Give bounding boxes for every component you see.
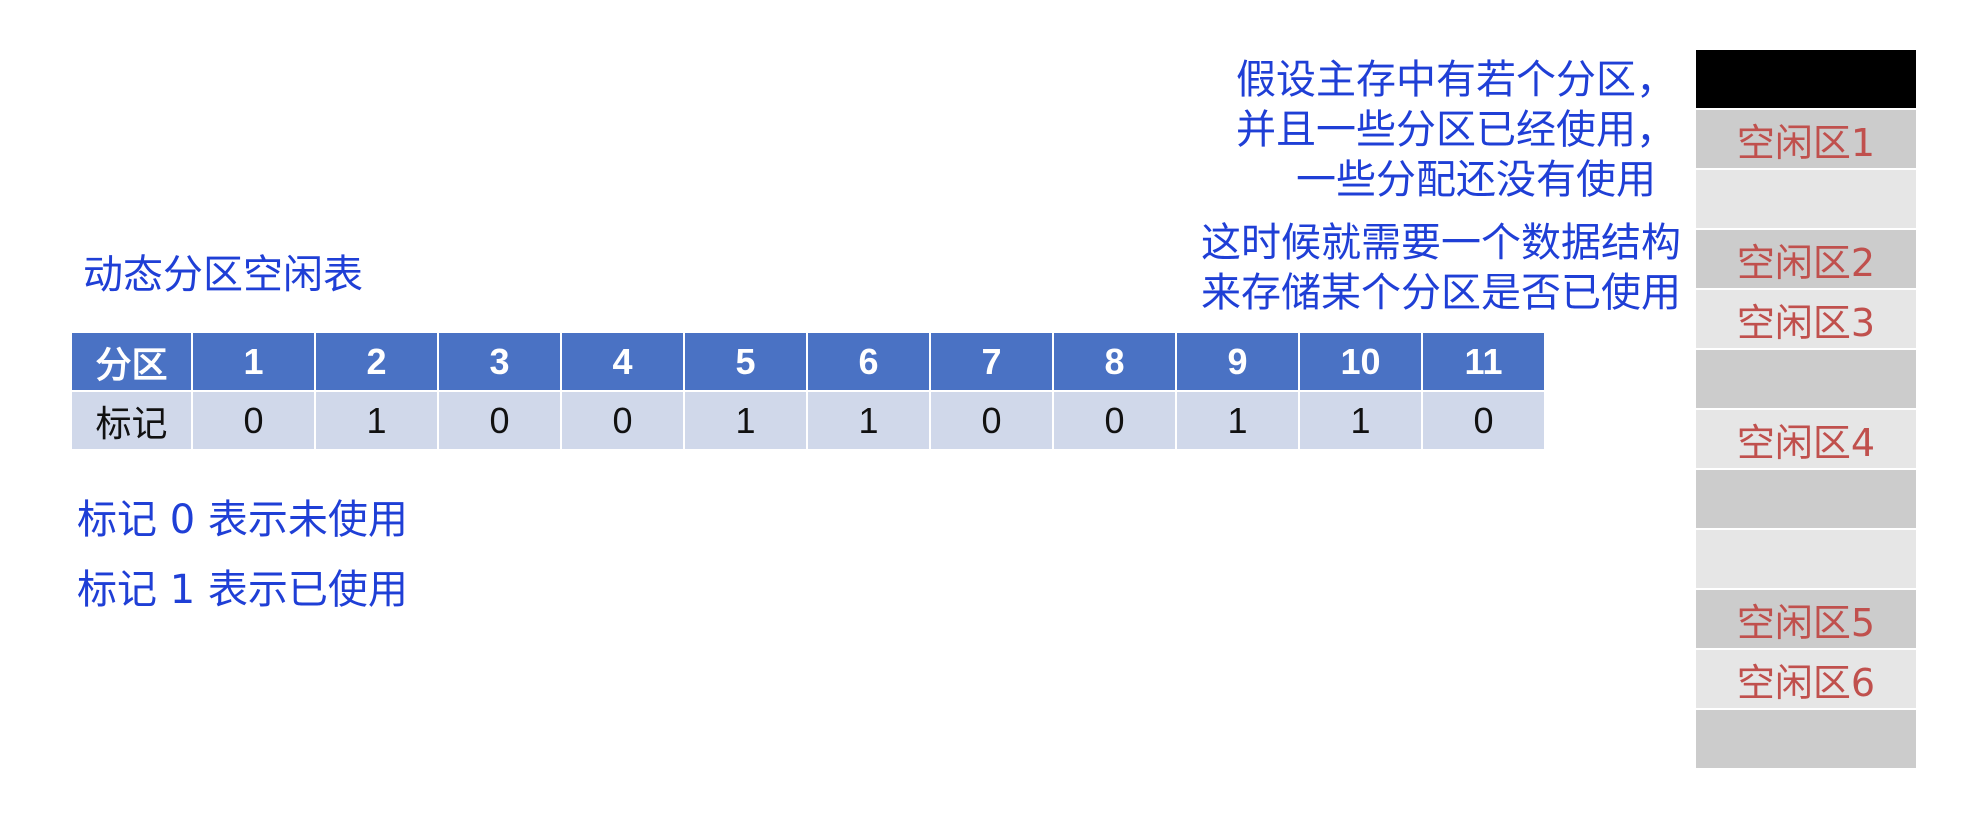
- memory-column: 空闲区1 空闲区2 空闲区3 空闲区4 空闲区5 空闲区6: [1696, 50, 1916, 770]
- partition-mark: 0: [1423, 392, 1544, 449]
- free-block: 空闲区1: [1696, 110, 1916, 168]
- intro-line: 假设主存中有若个分区，: [1236, 57, 1676, 103]
- partition-mark: 1: [1300, 392, 1421, 449]
- partition-number: 2: [316, 333, 437, 390]
- partition-mark: 0: [193, 392, 314, 449]
- partition-number: 4: [562, 333, 683, 390]
- partition-mark: 1: [1177, 392, 1298, 449]
- partition-mark: 1: [808, 392, 929, 449]
- partition-number: 9: [1177, 333, 1298, 390]
- header-label: 分区: [72, 333, 191, 390]
- memory-block: [1696, 470, 1916, 528]
- intro-line: 并且一些分区已经使用，: [1236, 107, 1676, 153]
- free-block: 空闲区2: [1696, 230, 1916, 288]
- memory-block: [1696, 710, 1916, 768]
- free-block: 空闲区4: [1696, 410, 1916, 468]
- intro-line: 一些分配还没有使用: [1296, 157, 1656, 203]
- partition-mark: 1: [316, 392, 437, 449]
- partition-mark: 1: [685, 392, 806, 449]
- free-block: 空闲区5: [1696, 590, 1916, 648]
- memory-block: [1696, 350, 1916, 408]
- partition-number: 1: [193, 333, 314, 390]
- partition-mark: 0: [439, 392, 560, 449]
- partition-table: 分区 1 2 3 4 5 6 7 8 9 10 11 标记 01001100110: [70, 331, 1546, 451]
- need-line: 来存储某个分区是否已使用: [1201, 270, 1681, 316]
- partition-number: 7: [931, 333, 1052, 390]
- partition-number: 10: [1300, 333, 1421, 390]
- partition-number: 8: [1054, 333, 1175, 390]
- legend-used: 标记 1 表示已使用: [77, 567, 408, 613]
- free-block: 空闲区6: [1696, 650, 1916, 708]
- intro-text: 假设主存中有若个分区， 并且一些分区已经使用， 一些分配还没有使用: [1236, 55, 1676, 205]
- partition-number: 11: [1423, 333, 1544, 390]
- partition-number: 3: [439, 333, 560, 390]
- table-title: 动态分区空闲表: [83, 252, 363, 298]
- partition-mark: 0: [931, 392, 1052, 449]
- header-row: 分区 1 2 3 4 5 6 7 8 9 10 11: [72, 333, 1544, 390]
- memory-block: [1696, 530, 1916, 588]
- memory-block: [1696, 50, 1916, 108]
- partition-mark: 0: [1054, 392, 1175, 449]
- need-line: 这时候就需要一个数据结构: [1201, 220, 1681, 266]
- mark-row: 标记 01001100110: [72, 392, 1544, 449]
- partition-number: 6: [808, 333, 929, 390]
- need-text: 这时候就需要一个数据结构 来存储某个分区是否已使用: [1201, 218, 1681, 318]
- partition-mark: 0: [562, 392, 683, 449]
- memory-block: [1696, 170, 1916, 228]
- legend-unused: 标记 0 表示未使用: [77, 497, 408, 543]
- partition-number: 5: [685, 333, 806, 390]
- free-block: 空闲区3: [1696, 290, 1916, 348]
- row-label: 标记: [72, 392, 191, 449]
